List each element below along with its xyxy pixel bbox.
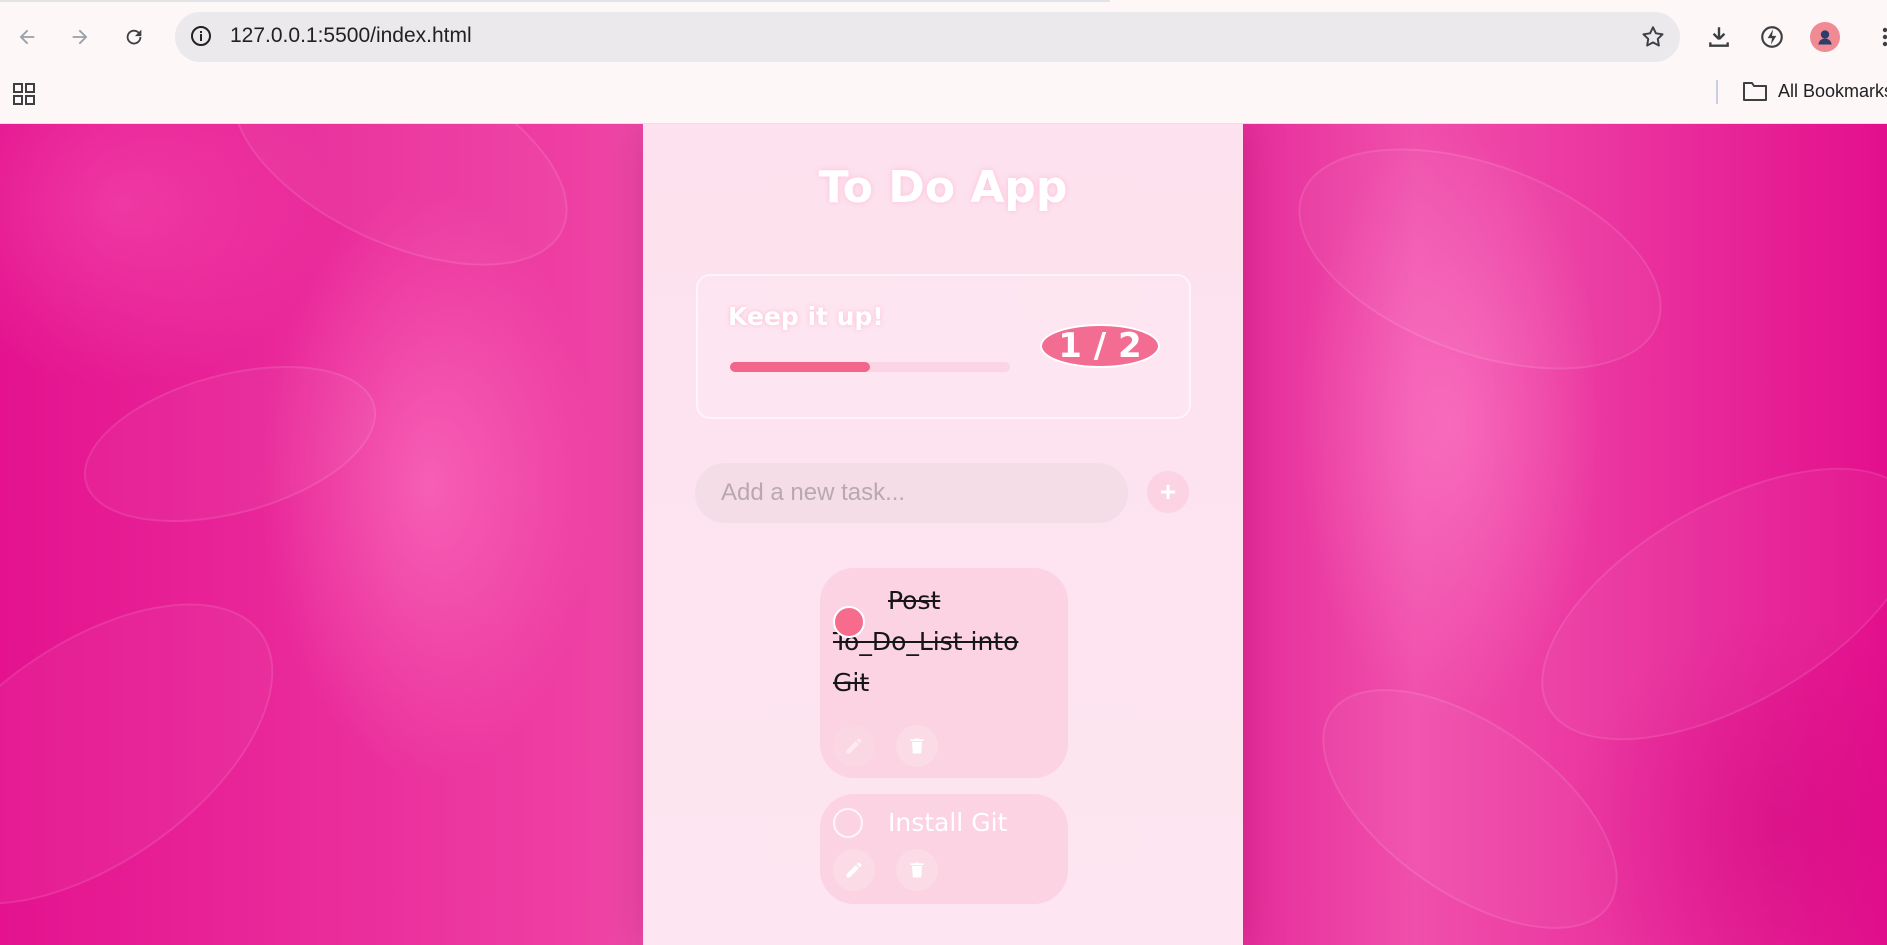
delete-task-button[interactable] — [896, 725, 938, 767]
leaf-decoration — [66, 337, 394, 551]
leaf-decoration — [1268, 124, 1692, 414]
trash-icon — [910, 862, 924, 878]
back-button[interactable] — [10, 20, 44, 54]
task-item: Install Git — [820, 794, 1068, 904]
download-icon[interactable] — [1702, 20, 1736, 54]
task-text: Install Git — [888, 808, 1008, 837]
profile-avatar[interactable] — [1810, 22, 1840, 52]
task-text: Post To_Do_List into Git — [833, 586, 1019, 697]
pencil-icon — [846, 862, 862, 878]
task-checkbox[interactable] — [833, 808, 863, 838]
address-bar[interactable]: 127.0.0.1:5500/index.html — [175, 12, 1680, 62]
profile-icon — [1818, 30, 1832, 45]
all-bookmarks-button[interactable]: All Bookmarks — [1742, 80, 1887, 102]
new-task-input[interactable] — [695, 463, 1128, 523]
tab-strip-edge — [0, 0, 1110, 2]
app-title: To Do App — [818, 162, 1068, 213]
folder-icon — [1743, 82, 1767, 101]
trash-icon — [910, 738, 924, 754]
arrow-left-icon — [19, 29, 35, 45]
progress-bar — [730, 362, 1010, 372]
leaf-decoration — [1498, 412, 1887, 796]
task-item: Post To_Do_List into Git — [820, 568, 1068, 778]
task-checkbox[interactable] — [833, 606, 865, 638]
url-text[interactable]: 127.0.0.1:5500/index.html — [230, 24, 472, 48]
delete-task-button[interactable] — [896, 849, 938, 891]
leaf-decoration — [0, 543, 326, 945]
page-background: To Do App Keep it up! 1 / 2 + Post To_Do… — [0, 124, 1887, 945]
menu-dots-icon[interactable] — [1868, 20, 1887, 54]
add-task-button[interactable]: + — [1147, 471, 1189, 513]
edit-task-button[interactable] — [833, 849, 875, 891]
edit-task-button[interactable] — [833, 725, 875, 767]
bookmarks-separator — [1716, 80, 1718, 104]
stats-panel: Keep it up! 1 / 2 — [696, 274, 1191, 419]
apps-grid-icon[interactable] — [12, 82, 36, 110]
bookmark-star-icon[interactable] — [1640, 24, 1666, 54]
site-info-icon[interactable] — [189, 24, 213, 52]
bookmarks-bar — [0, 74, 1887, 124]
arrow-right-icon — [72, 29, 88, 45]
browser-toolbar: 127.0.0.1:5500/index.html — [0, 0, 1887, 74]
progress-fill — [730, 362, 870, 372]
todo-card: To Do App Keep it up! 1 / 2 + Post To_Do… — [643, 124, 1243, 945]
stats-message: Keep it up! — [728, 302, 884, 331]
performance-icon[interactable] — [1755, 20, 1789, 54]
reload-icon — [126, 29, 142, 45]
all-bookmarks-label[interactable]: All Bookmarks — [1778, 81, 1887, 102]
reload-button[interactable] — [117, 20, 151, 54]
leaf-decoration — [198, 124, 602, 312]
pencil-icon — [846, 738, 862, 754]
task-counter: 1 / 2 — [1040, 324, 1160, 368]
forward-button[interactable] — [63, 20, 97, 54]
